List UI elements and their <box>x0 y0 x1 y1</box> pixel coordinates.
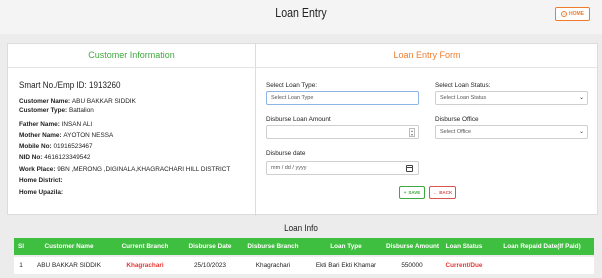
loan-entry-form-title: Loan Entry Form <box>393 50 461 60</box>
column-header: Disburse Amount <box>386 243 440 250</box>
disburse-date-input[interactable]: mm / dd / yyyy <box>266 161 419 175</box>
column-header: Disburse Branch <box>247 243 299 250</box>
customer-name-line: Customer Name: ABU BAKKAR SIDDIK <box>19 98 136 105</box>
table-row: 1 ABU BAKKAR SIDDIK Khagrachari 25/10/20… <box>14 257 594 274</box>
mother-name-line: Mother Name: AYOTON NESSA <box>19 132 114 139</box>
loan-info-title: Loan Info <box>284 223 318 234</box>
chevron-down-icon: ⌄ <box>578 129 584 135</box>
table-cell: ABU BAKKAR SIDDIK <box>37 262 101 269</box>
card-divider <box>255 44 256 216</box>
home-icon: ⌂ <box>561 11 567 17</box>
mobile-line: Mobile No: 01916523467 <box>19 143 93 150</box>
column-header: Customer Name <box>44 243 94 250</box>
top-bar: Loan Entry ⌂ HOME <box>0 0 602 34</box>
column-header: Disburse Date <box>188 243 232 250</box>
amount-input[interactable]: ▲ ▼ <box>266 125 419 139</box>
back-button[interactable]: ← BACK <box>429 186 456 199</box>
back-arrow-icon: ← <box>432 190 438 195</box>
loan-entry-card: Customer Information Loan Entry Form Sma… <box>7 43 599 216</box>
loan-type-label: Select Loan Type: <box>266 82 318 89</box>
home-button-label: HOME <box>569 11 584 17</box>
nid-line: NID No: 4616123349542 <box>19 154 91 161</box>
home-upazila-line: Home Upazila: <box>19 189 64 196</box>
work-place-line: Work Place: 9BN ,MERONG ,DIGINALA,KHAGRA… <box>19 166 231 173</box>
column-header: Sl <box>17 243 25 250</box>
table-cell: 1 <box>19 262 23 269</box>
plus-icon: + <box>403 190 407 195</box>
calendar-icon[interactable] <box>406 165 413 172</box>
page-title: Loan Entry <box>275 6 327 20</box>
amount-label: Disburse Loan Amount <box>266 116 331 123</box>
emp-id: Smart No./Emp ID: 1913260 <box>19 80 121 91</box>
card-header-divider <box>8 67 599 68</box>
date-label: Disburse date <box>266 150 306 157</box>
column-header: Loan Status <box>445 243 483 250</box>
column-header: Loan Type <box>330 243 362 250</box>
office-select[interactable]: Select Office ⌄ <box>435 125 588 139</box>
table-header: Sl Customer Name Current Branch Disburse… <box>14 238 594 255</box>
table-cell: Ekti Bari Ekti Khamar <box>315 262 377 269</box>
status-badge: Current/Due <box>445 262 483 269</box>
customer-type-line: Customer Type: Battalion <box>19 107 94 114</box>
father-name-line: Father Name: INSAN ALI <box>19 121 93 128</box>
table-cell: Khagrachari <box>255 262 291 269</box>
office-label: Disburse Office <box>435 116 479 123</box>
table-cell: 550000 <box>401 262 423 269</box>
customer-info-title: Customer Information <box>88 50 175 60</box>
save-button[interactable]: + SAVE <box>399 186 425 199</box>
table-cell: Khagrachari <box>126 262 164 269</box>
table-cell <box>490 257 594 274</box>
loan-type-input[interactable]: Select Loan Type <box>266 91 419 105</box>
home-button[interactable]: ⌂ HOME <box>555 7 590 21</box>
table-cell: 25/10/2023 <box>194 262 226 269</box>
loan-status-select[interactable]: Select Loan Status ⌄ <box>435 91 588 105</box>
number-spinner-icon[interactable]: ▲ ▼ <box>409 128 415 137</box>
home-district-line: Home District: <box>19 177 63 184</box>
chevron-down-icon: ⌄ <box>578 95 584 101</box>
column-header: Current Branch <box>121 243 169 250</box>
loan-status-label: Select Loan Status: <box>435 82 491 89</box>
column-header: Loan Repaid Date(If Paid) <box>503 243 581 250</box>
